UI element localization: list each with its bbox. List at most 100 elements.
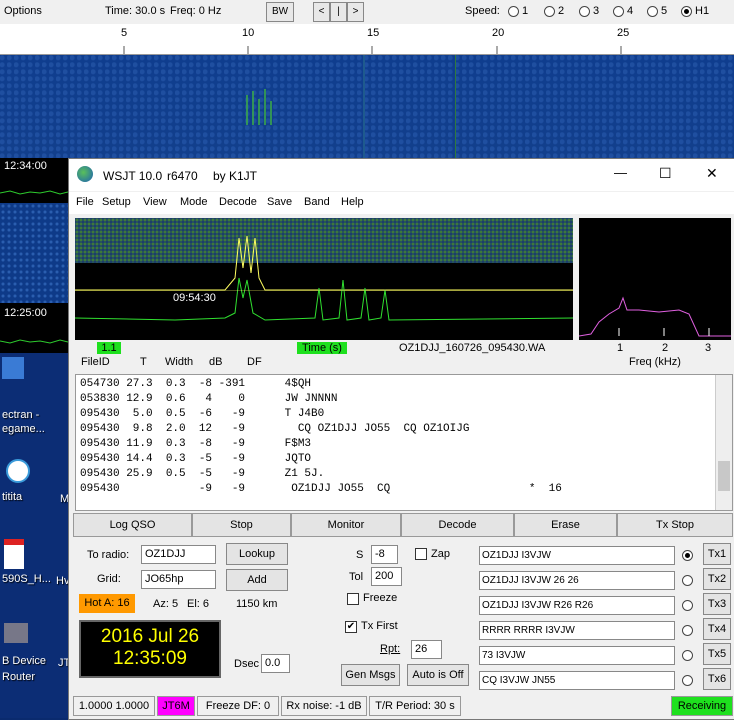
status-rx-noise: Rx noise: -1 dB (281, 696, 367, 716)
decode-list[interactable]: 054730 27.3 0.3 -8 -391 4$QH 053830 12.9… (75, 374, 733, 511)
options-menu[interactable]: Options (4, 5, 42, 17)
menu-mode[interactable]: Mode (180, 196, 208, 208)
list-item[interactable]: 095430 -9 -9 OZ1DJJ JO55 CQ * 16 (80, 483, 562, 495)
tx4-message[interactable]: RRRR RRRR I3VJW (479, 621, 675, 640)
tx5-radio[interactable] (682, 650, 693, 661)
menu-save[interactable]: Save (267, 196, 292, 208)
menu-file[interactable]: File (76, 196, 94, 208)
decode-button[interactable]: Decode (401, 513, 514, 537)
spectran-waterfall (0, 55, 734, 158)
to-radio-label: To radio: (87, 549, 130, 561)
menu-view[interactable]: View (143, 196, 167, 208)
file-name: OZ1DJJ_160726_095430.WA (399, 342, 546, 354)
nav-prev-button[interactable]: < (313, 2, 330, 22)
gen-msgs-button[interactable]: Gen Msgs (341, 664, 400, 686)
close-icon[interactable]: ✕ (706, 165, 718, 182)
lookup-button[interactable]: Lookup (226, 543, 288, 565)
time-plot[interactable]: 09:54:30 (75, 218, 573, 340)
speed-radio-4[interactable] (613, 6, 624, 17)
app-icon[interactable] (2, 357, 24, 379)
list-item[interactable]: 053830 12.9 0.6 4 0 JW JNNNN (80, 393, 337, 405)
speed-radio-h1[interactable] (681, 6, 692, 17)
tx6-radio[interactable] (682, 675, 693, 686)
tx1-radio[interactable] (682, 550, 693, 561)
list-item[interactable]: 095430 11.9 0.3 -8 -9 F$M3 (80, 438, 311, 450)
scale-tick-label: 15 (367, 27, 380, 39)
tx4-button[interactable]: Tx4 (703, 618, 731, 640)
spectran-trace: 12:34:00 (0, 158, 68, 203)
desktop-icon-label[interactable]: Router (2, 671, 35, 683)
app-icon[interactable] (6, 459, 30, 483)
scrollbar-thumb[interactable] (718, 461, 730, 491)
add-button[interactable]: Add (226, 569, 288, 591)
list-item[interactable]: 095430 9.8 2.0 12 -9 CQ OZ1DJJ JO55 CQ O… (80, 423, 469, 435)
tx2-button[interactable]: Tx2 (703, 568, 731, 590)
log-qso-button[interactable]: Log QSO (73, 513, 192, 537)
tx-stop-button[interactable]: Tx Stop (617, 513, 733, 537)
scale-tick-label: 10 (242, 27, 255, 39)
tx-first-checkbox[interactable]: ✔ (345, 621, 357, 633)
s-input[interactable]: -8 (371, 545, 398, 564)
scrollbar[interactable] (715, 375, 732, 510)
tx4-radio[interactable] (682, 625, 693, 636)
freq-axis-label: Freq (kHz) (629, 356, 681, 368)
rpt-input[interactable]: 26 (411, 640, 442, 659)
tx5-button[interactable]: Tx5 (703, 643, 731, 665)
tol-label: Tol (349, 571, 364, 583)
zap-checkbox[interactable] (415, 548, 427, 560)
dsec-input[interactable]: 0.0 (261, 654, 290, 673)
to-radio-input[interactable]: OZ1DJJ (141, 545, 216, 564)
tol-input[interactable]: 200 (371, 567, 402, 586)
scale-ticks (123, 46, 622, 54)
desktop-icon-label[interactable]: ectran - (2, 409, 39, 421)
tx5-message[interactable]: 73 I3VJW (479, 646, 675, 665)
tx3-message[interactable]: OZ1DJJ I3VJW R26 R26 (479, 596, 675, 615)
nav-next-button[interactable]: > (347, 2, 364, 22)
tx2-message[interactable]: OZ1DJJ I3VJW 26 26 (479, 571, 675, 590)
speed-radio-5[interactable] (647, 6, 658, 17)
tx2-radio[interactable] (682, 575, 693, 586)
grid-input[interactable]: JO65hp (141, 570, 216, 589)
list-item[interactable]: 095430 25.9 0.5 -5 -9 Z1 5J. (80, 468, 324, 480)
title-bar[interactable]: WSJT 10.0 r6470 by K1JT — ☐ ✕ (69, 159, 734, 191)
freq-tick: 3 (705, 342, 712, 354)
tx6-message[interactable]: CQ I3VJW JN55 (479, 671, 675, 690)
window-author: by K1JT (213, 169, 258, 183)
auto-off-button[interactable]: Auto is Off (407, 664, 469, 686)
stop-button[interactable]: Stop (192, 513, 291, 537)
erase-button[interactable]: Erase (514, 513, 617, 537)
date-text: 2016 Jul 26 (100, 626, 200, 647)
list-item[interactable]: 054730 27.3 0.3 -8 -391 4$QH (80, 378, 311, 390)
desktop-icon-label[interactable]: 590S_H... (2, 573, 51, 585)
maximize-icon[interactable]: ☐ (659, 165, 672, 182)
bw-button[interactable]: BW (266, 2, 294, 22)
speed-label-1: 1 (522, 5, 529, 17)
pdf-icon[interactable] (4, 539, 24, 569)
menu-setup[interactable]: Setup (102, 196, 131, 208)
speed-radio-3[interactable] (579, 6, 590, 17)
list-item[interactable]: 095430 5.0 0.5 -6 -9 T J4B0 (80, 408, 324, 420)
minimize-icon[interactable]: — (614, 165, 627, 180)
speed-radio-1[interactable] (508, 6, 519, 17)
tx6-button[interactable]: Tx6 (703, 668, 731, 690)
menu-band[interactable]: Band (304, 196, 330, 208)
tx3-radio[interactable] (682, 600, 693, 611)
tx3-button[interactable]: Tx3 (703, 593, 731, 615)
device-icon[interactable] (4, 623, 28, 643)
nav-mid-button[interactable]: | (330, 2, 347, 22)
speed-radio-2[interactable] (544, 6, 555, 17)
menu-decode[interactable]: Decode (219, 196, 257, 208)
tx1-button[interactable]: Tx1 (703, 543, 731, 565)
list-item[interactable]: 095430 14.4 0.3 -5 -9 JQTO (80, 453, 311, 465)
desktop-icon-label[interactable]: titita (2, 491, 22, 503)
desktop-icon-label[interactable]: B Device (2, 655, 46, 667)
tx1-message[interactable]: OZ1DJJ I3VJW (479, 546, 675, 565)
freeze-checkbox[interactable] (347, 593, 359, 605)
spectrum-plot[interactable] (578, 218, 731, 340)
menu-help[interactable]: Help (341, 196, 364, 208)
monitor-button[interactable]: Monitor (291, 513, 401, 537)
grid-label: Grid: (97, 573, 121, 585)
wsjt-window: WSJT 10.0 r6470 by K1JT — ☐ ✕ File Setup… (68, 158, 734, 720)
spectrum-trace (578, 296, 731, 337)
desktop-icon-label[interactable]: egame... (2, 423, 45, 435)
